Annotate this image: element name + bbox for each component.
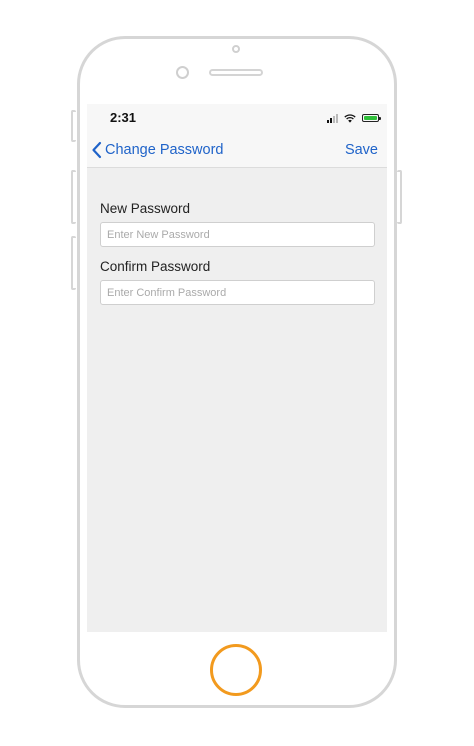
page-title: Change Password (105, 142, 224, 158)
cellular-signal-icon (327, 114, 338, 123)
wifi-icon (344, 114, 356, 123)
device-mockup: 2:31 Change Password Save New Password C… (0, 0, 474, 746)
status-time: 2:31 (110, 110, 137, 125)
chevron-left-icon (92, 141, 102, 159)
proximity-sensor (176, 66, 189, 79)
save-button[interactable]: Save (345, 142, 378, 158)
earpiece-speaker (209, 69, 263, 76)
new-password-input[interactable] (100, 222, 375, 247)
volume-up-button (71, 170, 76, 224)
mute-switch (71, 110, 76, 142)
volume-down-button (71, 236, 76, 290)
status-icons (327, 111, 381, 123)
confirm-password-label: Confirm Password (100, 259, 211, 274)
phone-screen: 2:31 Change Password Save New Password C… (87, 104, 387, 632)
power-button (397, 170, 402, 224)
back-button[interactable]: Change Password (90, 140, 224, 160)
new-password-label: New Password (100, 201, 191, 216)
home-button[interactable] (210, 644, 262, 696)
change-password-form: New Password Confirm Password (100, 200, 375, 305)
confirm-password-input[interactable] (100, 280, 375, 305)
battery-charging-icon (362, 114, 381, 122)
status-bar: 2:31 (87, 104, 387, 130)
navigation-bar: Change Password Save (87, 130, 387, 168)
front-camera (232, 45, 240, 53)
